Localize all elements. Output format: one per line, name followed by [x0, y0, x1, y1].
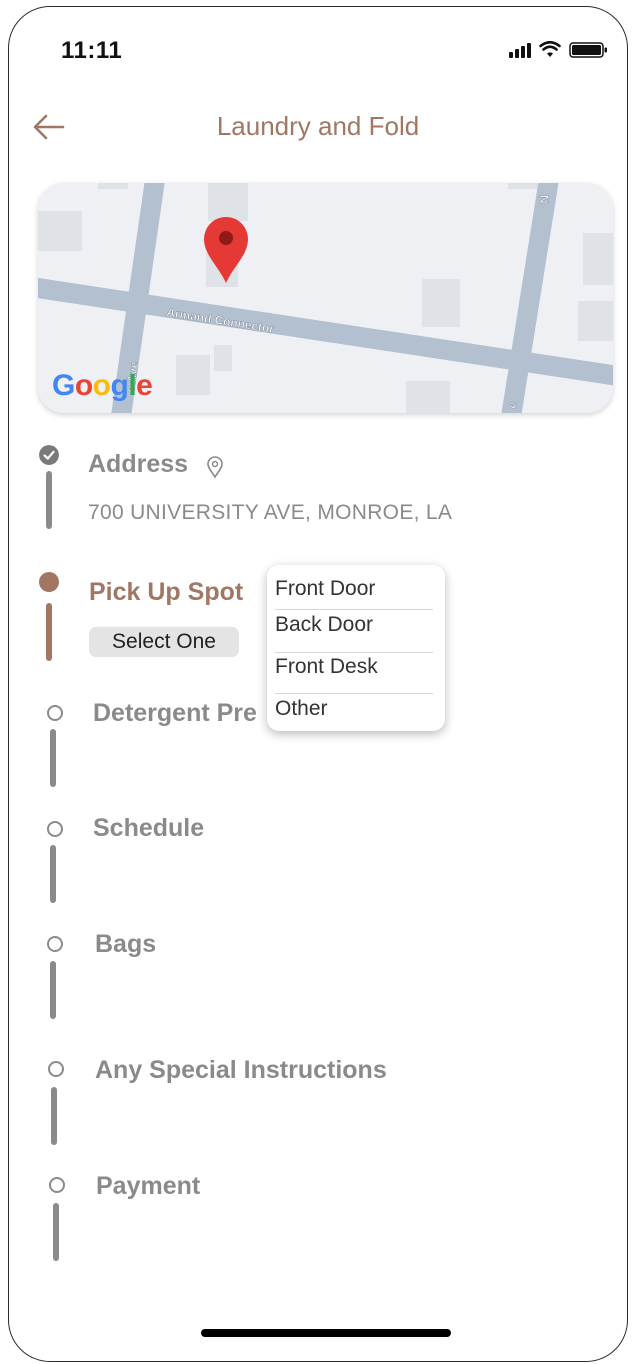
step-connector — [46, 603, 52, 661]
option-front-desk[interactable]: Front Desk — [275, 655, 433, 679]
google-logo: Google — [52, 369, 153, 403]
option-back-door[interactable]: Back Door — [275, 613, 433, 637]
pickup-select[interactable]: Select One — [89, 627, 239, 657]
active-step-dot — [39, 572, 59, 592]
address-value: 700 UNIVERSITY AVE, MONROE, LA — [88, 501, 453, 524]
google-letter: o — [92, 369, 111, 402]
home-indicator[interactable] — [201, 1329, 451, 1337]
pending-step-dot — [47, 705, 63, 721]
step-connector — [50, 961, 56, 1019]
google-letter: o — [74, 369, 93, 402]
google-letter: G — [52, 369, 75, 402]
step-schedule-label[interactable]: Schedule — [93, 814, 204, 843]
step-connector — [46, 471, 52, 529]
step-connector — [50, 729, 56, 787]
option-front-door[interactable]: Front Door — [275, 577, 433, 601]
phone-frame: 11:11 Laundry and Fold Armand Connector … — [8, 6, 628, 1362]
pending-step-dot — [48, 1061, 64, 1077]
google-letter: e — [136, 369, 153, 402]
location-pin-icon — [207, 456, 223, 479]
step-connector — [53, 1203, 59, 1261]
step-instructions-label[interactable]: Any Special Instructions — [95, 1056, 387, 1085]
option-other[interactable]: Other — [275, 697, 433, 721]
check-circle-icon — [39, 445, 59, 465]
signal-icon — [509, 42, 531, 58]
divider — [275, 693, 433, 694]
page-title: Laundry and Fold — [216, 111, 420, 141]
battery-icon — [569, 42, 607, 58]
status-time: 11:11 — [61, 37, 123, 64]
pickup-dropdown: Front Door Back Door Front Desk Other — [267, 565, 445, 731]
pending-step-dot — [49, 1177, 65, 1193]
step-payment-label[interactable]: Payment — [96, 1172, 200, 1201]
pending-step-dot — [47, 936, 63, 952]
step-address-label[interactable]: Address — [88, 450, 188, 479]
step-connector — [50, 845, 56, 903]
divider — [275, 652, 433, 653]
step-connector — [51, 1087, 57, 1145]
street-label-right: N — [537, 195, 551, 204]
status-icons — [509, 41, 609, 59]
step-pickup-label[interactable]: Pick Up Spot — [89, 578, 243, 607]
step-bags-label[interactable]: Bags — [95, 930, 156, 959]
pending-step-dot — [47, 821, 63, 837]
map-view[interactable]: Armand Connector e Ave N e Google — [38, 183, 613, 413]
google-letter: g — [110, 369, 129, 402]
wifi-icon — [539, 41, 561, 57]
step-detergent-label[interactable]: Detergent Pre — [93, 699, 257, 728]
google-letter: l — [128, 369, 137, 402]
divider — [275, 609, 433, 610]
